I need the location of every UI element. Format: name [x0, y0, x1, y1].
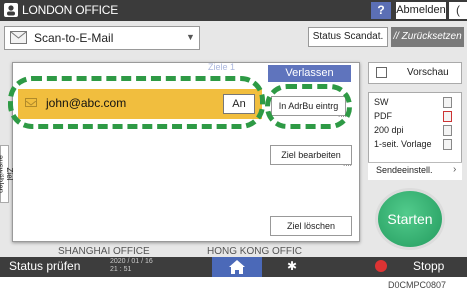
original-setting: 1-seit. Vorlage: [374, 139, 432, 149]
datetime: 2020 / 01 / 16 21 : 51: [110, 258, 153, 274]
status-scan-button[interactable]: Status Scandat.: [308, 27, 388, 47]
gear-icon[interactable]: ✱: [287, 259, 297, 273]
highlight-address-row: [8, 76, 265, 129]
dialog-ghost-text: Ziele 1: [208, 62, 236, 72]
chevron-down-icon: ▼: [186, 32, 195, 42]
preview-checkbox[interactable]: [376, 67, 387, 78]
status-check-button[interactable]: Status prüfen: [9, 259, 80, 273]
date: 2020 / 01 / 16: [110, 258, 153, 265]
envelope-icon: [10, 31, 27, 44]
more-dots: ....: [343, 159, 352, 168]
page-title: LONDON OFFICE: [22, 3, 119, 17]
destination-tile-shanghai[interactable]: SHANGHAI OFFICE: [58, 246, 150, 257]
figure-code: D0CMPC0807: [388, 280, 447, 290]
start-button[interactable]: Starten: [378, 191, 442, 247]
chevron-right-icon: ›: [453, 164, 457, 175]
logout-button[interactable]: Abmelden: [396, 2, 446, 19]
energy-saver-button[interactable]: (: [449, 2, 467, 19]
preview-label: Vorschau: [407, 67, 449, 78]
user-icon: [4, 3, 18, 17]
send-settings-label: Sendeeinstell.: [376, 165, 433, 175]
highlight-address-book-button: [265, 84, 352, 129]
mode-label: Scan-to-E-Mail: [34, 31, 114, 45]
destination-tile-hongkong[interactable]: HONG KONG OFFIC: [207, 246, 302, 257]
stop-icon[interactable]: [375, 260, 387, 272]
help-button[interactable]: ?: [371, 2, 391, 19]
leave-button[interactable]: Verlassen: [268, 65, 351, 82]
home-icon: [229, 260, 245, 274]
resolution-icon: [443, 125, 452, 136]
reset-button[interactable]: // Zurücksetzen: [391, 27, 464, 47]
side-tab-label: Ziel auswählen: [0, 154, 14, 194]
color-mode-icon: [443, 97, 452, 108]
time: 21 : 51: [110, 266, 132, 273]
resolution-setting: 200 dpi: [374, 125, 404, 135]
edit-destination-button[interactable]: Ziel bearbeiten: [270, 145, 352, 165]
delete-destination-button[interactable]: Ziel löschen: [270, 216, 352, 236]
pdf-icon: [443, 111, 452, 122]
stop-button[interactable]: Stopp: [413, 259, 444, 273]
color-setting: SW: [374, 97, 389, 107]
format-setting: PDF: [374, 111, 392, 121]
home-button[interactable]: [212, 257, 262, 277]
duplex-icon: [443, 139, 452, 150]
